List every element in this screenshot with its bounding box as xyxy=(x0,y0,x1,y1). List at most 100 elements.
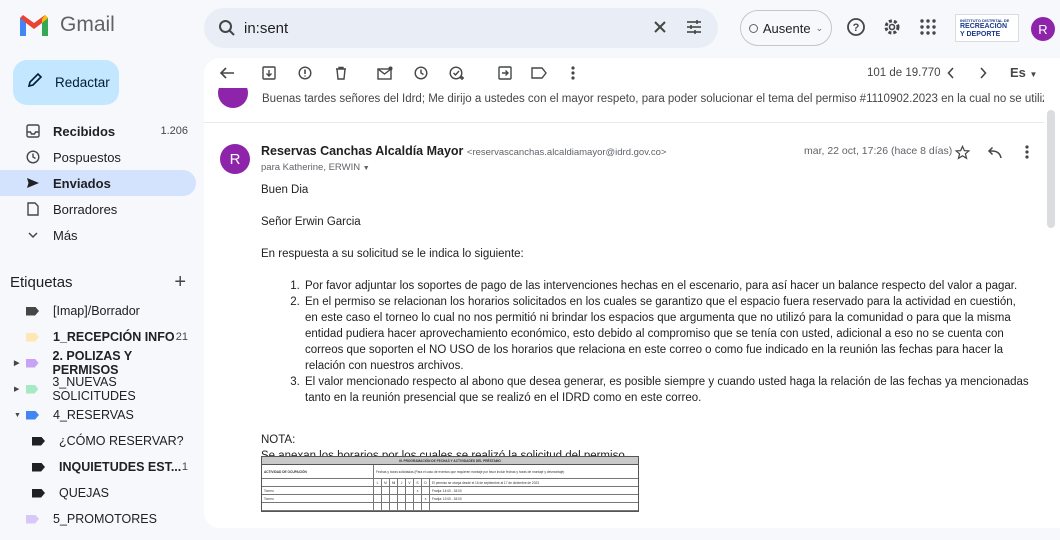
previous-message-collapsed[interactable]: Buenas tardes señores del Idrd; Me dirij… xyxy=(214,88,1044,110)
day-cell: Mi xyxy=(390,479,398,486)
recipients-dropdown-icon[interactable]: ▼ xyxy=(363,165,370,172)
day-mark-cell xyxy=(398,487,406,494)
message-more-icon[interactable] xyxy=(1018,143,1036,161)
day-mark-cell xyxy=(382,487,390,494)
mark-unread-icon[interactable] xyxy=(376,64,394,82)
delete-trash-icon[interactable] xyxy=(332,64,350,82)
label-item-imap-borrador[interactable]: [Imap]/Borrador xyxy=(0,298,196,324)
input-language-selector[interactable]: Es ▼ xyxy=(1010,65,1037,80)
label-name: [Imap]/Borrador xyxy=(53,304,140,318)
message-divider xyxy=(204,122,1044,123)
gmail-m-icon xyxy=(20,15,48,36)
label-item-reservas[interactable]: ▼ 4_RESERVAS xyxy=(0,402,196,428)
message-body: Buen Dia Señor Erwin Garcia En respuesta… xyxy=(261,182,1031,464)
add-task-icon[interactable] xyxy=(448,64,466,82)
day-cell: D xyxy=(422,479,430,486)
prev-page-icon[interactable] xyxy=(942,64,960,82)
star-icon[interactable] xyxy=(953,143,971,161)
status-selector[interactable]: Ausente ⌄ xyxy=(740,10,832,46)
sender-name[interactable]: Reservas Canchas Alcaldía Mayor xyxy=(261,144,463,158)
blank-cell xyxy=(382,503,390,510)
day-mark-cell xyxy=(414,495,422,502)
day-cell: L xyxy=(374,479,382,486)
label-tag-icon xyxy=(26,410,39,420)
recipients-line[interactable]: para Katherine, ERWIN ▼ xyxy=(261,162,370,173)
nav-item-more[interactable]: Más xyxy=(0,222,196,248)
label-tag-icon xyxy=(26,306,39,316)
label-item-polizas-permisos[interactable]: ▶ 2. POLIZAS Y PERMISOS xyxy=(0,349,196,377)
label-item-nuevas-solicitudes[interactable]: ▶ 3_NUEVAS SOLICITUDES xyxy=(0,375,196,403)
day-mark-cell xyxy=(398,495,406,502)
search-icon[interactable] xyxy=(216,17,238,39)
activity-cell: Torneo xyxy=(262,495,374,502)
label-tag-icon xyxy=(32,436,45,446)
nav-item-drafts[interactable]: Borradores xyxy=(0,196,196,222)
compose-button[interactable]: Redactar xyxy=(13,60,119,105)
label-item-como-reservar[interactable]: ¿CÓMO RESERVAR? xyxy=(0,428,196,454)
collapse-arrow-icon[interactable]: ▼ xyxy=(14,412,21,419)
clear-search-icon[interactable] xyxy=(650,17,670,42)
nav-item-snoozed[interactable]: Pospuestos xyxy=(0,144,196,170)
apps-grid-icon[interactable] xyxy=(917,16,939,38)
chevron-down-icon: ⌄ xyxy=(815,22,824,33)
draft-icon xyxy=(26,202,40,216)
label-tag-icon xyxy=(26,384,39,394)
note-title: NOTA: xyxy=(261,434,296,446)
schedule-table-header: ACTIVIDAD DE OCUPACIÓN Fechas y horas so… xyxy=(262,465,638,479)
nav-item-inbox[interactable]: Recibidos 1.206 xyxy=(0,118,196,144)
search-input[interactable] xyxy=(244,19,644,37)
chevron-down-icon xyxy=(26,228,40,242)
scrollbar-thumb[interactable] xyxy=(1047,110,1055,228)
org-logo-line3: Y DEPORTE xyxy=(960,31,1001,38)
range-note: El permiso se otorga desde el 16 de sept… xyxy=(432,480,540,485)
day-mark-cell xyxy=(406,495,414,502)
organization-logo[interactable]: INSTITUTO DISTRITAL DE RECREACIÓN Y DEPO… xyxy=(955,14,1019,42)
previous-message-snippet: Buenas tardes señores del Idrd; Me dirij… xyxy=(262,93,1044,105)
points-list: Por favor adjuntar los soportes de pago … xyxy=(303,278,1031,406)
back-arrow-icon[interactable] xyxy=(218,64,236,82)
day-mark-cell xyxy=(382,495,390,502)
report-spam-icon[interactable] xyxy=(296,64,314,82)
label-item-promotores[interactable]: 5_PROMOTORES xyxy=(0,506,196,532)
list-item: Por favor adjuntar los soportes de pago … xyxy=(303,278,1031,294)
status-label: Ausente xyxy=(762,20,811,36)
archive-icon[interactable] xyxy=(260,64,278,82)
day-mark-cell: x xyxy=(422,495,430,502)
blank-cell xyxy=(414,503,422,510)
nav-item-count: 1.206 xyxy=(160,125,188,137)
label-item-inquietudes[interactable]: INQUIETUDES EST... 1 xyxy=(0,454,196,480)
day-mark-cell xyxy=(390,495,398,502)
sender-avatar[interactable]: R xyxy=(220,144,250,174)
expand-arrow-icon[interactable]: ▶ xyxy=(14,359,19,367)
label-tag-outline-icon[interactable] xyxy=(530,64,548,82)
settings-gear-icon[interactable] xyxy=(881,16,903,38)
label-name: ¿CÓMO RESERVAR? xyxy=(59,434,184,448)
move-to-icon[interactable] xyxy=(496,64,514,82)
label-name: 3_NUEVAS SOLICITUDES xyxy=(52,375,136,403)
snooze-clock-icon[interactable] xyxy=(412,64,430,82)
next-page-icon[interactable] xyxy=(974,64,992,82)
table-row xyxy=(262,503,638,511)
blank-cell xyxy=(406,503,414,510)
label-tag-icon xyxy=(32,488,45,498)
compose-label: Redactar xyxy=(55,75,110,90)
account-avatar[interactable]: R xyxy=(1031,17,1055,41)
day-cell: M xyxy=(382,479,390,486)
pagination-text: 101 de 19.770 xyxy=(867,67,941,79)
previous-sender-avatar xyxy=(218,88,248,108)
input-language-label: Es xyxy=(1010,65,1026,80)
search-options-icon[interactable] xyxy=(684,17,704,42)
org-logo-line2: RECREACIÓN xyxy=(960,23,1008,30)
label-item-quejas[interactable]: QUEJAS xyxy=(0,480,196,506)
message-panel: 101 de 19.770 Es ▼ Buenas tardes señores… xyxy=(204,58,1060,528)
search-bar[interactable] xyxy=(204,8,718,48)
gmail-logo[interactable]: Gmail xyxy=(18,12,115,38)
more-options-icon[interactable] xyxy=(564,64,582,82)
nav-item-sent[interactable]: Enviados xyxy=(0,170,196,196)
add-label-icon[interactable]: + xyxy=(174,271,186,294)
expand-arrow-icon[interactable]: ▶ xyxy=(14,385,19,393)
help-icon[interactable]: ? xyxy=(845,16,867,38)
blank-cell xyxy=(262,479,374,486)
reply-icon[interactable] xyxy=(985,143,1003,161)
label-item-recepcion-info[interactable]: 1_RECEPCIÓN INFO 21 xyxy=(0,324,196,350)
